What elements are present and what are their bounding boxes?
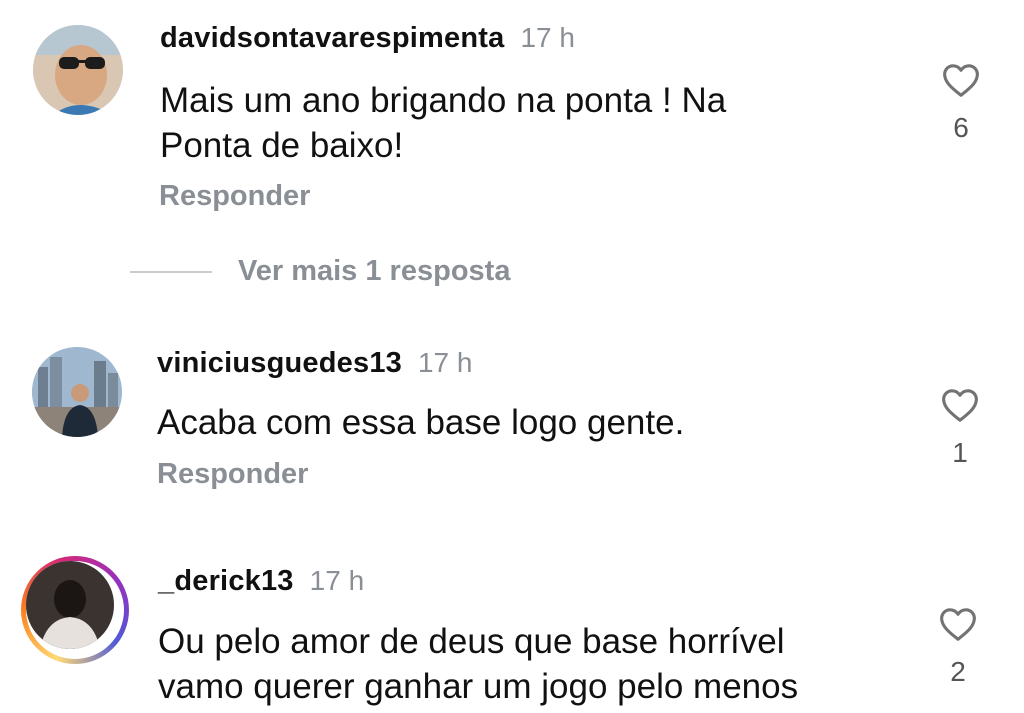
avatar[interactable] [33, 25, 123, 115]
comment-text: Mais um ano brigando na ponta ! Na Ponta… [160, 78, 726, 168]
comment: viniciusguedes13 17 h Acaba com essa base… [0, 330, 1024, 530]
comment-text-line: vamo querer ganhar um jogo pelo menos [158, 667, 799, 706]
view-more-replies-label[interactable]: Ver mais 1 resposta [238, 255, 510, 287]
story-ring[interactable] [21, 556, 129, 664]
comment-text-line: Acaba com essa base logo gente. [157, 403, 685, 442]
profile-photo [32, 347, 122, 437]
comment-username[interactable]: viniciusguedes13 [157, 347, 402, 379]
profile-photo [33, 25, 123, 115]
like-count: 1 [952, 437, 968, 468]
comment-text-line: Ou pelo amor de deus que base horrível [158, 622, 785, 661]
heart-outline-icon[interactable] [940, 387, 980, 423]
comment-username[interactable]: _derick13 [158, 565, 294, 597]
comment-time: 17 h [520, 22, 575, 53]
comment-text: Acaba com essa base logo gente. [157, 400, 684, 445]
heart-outline-icon[interactable] [938, 606, 978, 642]
comment-username[interactable]: davidsontavarespimenta [160, 22, 504, 54]
profile-photo [26, 561, 114, 649]
avatar[interactable] [32, 347, 122, 437]
comment-text-line: Mais um ano brigando na ponta ! Na [160, 81, 727, 120]
heart-outline-icon[interactable] [941, 62, 981, 98]
comment-text-line: Ponta de baixo! [160, 126, 404, 165]
comment: _derick13 17 h Ou pelo amor de deus que b… [0, 550, 1024, 713]
comment: davidsontavarespimenta 17 h Mais um ano b… [0, 0, 1024, 240]
avatar[interactable] [26, 561, 114, 649]
like-button[interactable]: 1 [930, 387, 990, 469]
comment-time: 17 h [417, 347, 473, 378]
like-button[interactable]: 2 [928, 606, 988, 688]
like-count: 6 [953, 112, 969, 143]
reply-button[interactable]: Responder [157, 458, 308, 491]
like-count: 2 [950, 656, 966, 687]
thread-divider [130, 270, 212, 273]
view-more-replies-button[interactable]: Ver mais 1 resposta [130, 255, 510, 289]
reply-button[interactable]: Responder [159, 180, 310, 213]
comment-text: Ou pelo amor de deus que base horrível v… [158, 619, 798, 709]
comment-time: 17 h [309, 565, 365, 596]
like-button[interactable]: 6 [931, 62, 991, 144]
